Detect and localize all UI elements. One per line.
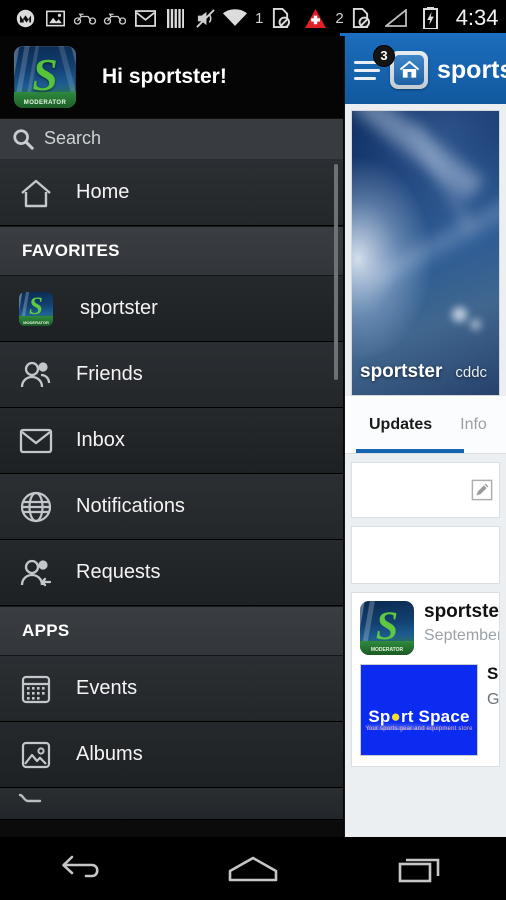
action-bar-home-button[interactable]: [390, 51, 428, 89]
requests-icon: [14, 551, 58, 595]
status-bar-clock: 4:34: [455, 5, 499, 30]
sim1-number: 1: [255, 9, 264, 27]
section-label: APPS: [22, 621, 70, 640]
post-meta: sportster September: [424, 601, 499, 645]
motorcycle-icon: [70, 6, 100, 30]
search-icon: [12, 128, 34, 150]
section-label: FAVORITES: [22, 241, 120, 260]
secondary-card[interactable]: [351, 526, 500, 584]
drawer-menu-list[interactable]: Home FAVORITES S MODERATOR sportster Frie…: [0, 160, 345, 837]
hamburger-icon[interactable]: 3: [354, 44, 395, 85]
status-bar-system-icons: 1 2 4:34: [220, 5, 506, 31]
post-header: S MODERATOR sportster September: [360, 601, 499, 655]
sidebar-item-albums[interactable]: Albums: [0, 722, 345, 788]
sidebar-item-notifications[interactable]: Notifications: [0, 474, 345, 540]
avatar[interactable]: S MODERATOR: [14, 46, 76, 108]
active-tab-indicator: [356, 449, 464, 453]
content-scroll-area[interactable]: sportster cddc Updates Info S MODERATOR …: [345, 110, 506, 837]
sidebar-item-label: Requests: [76, 561, 161, 583]
action-bar: 3 sportst: [345, 36, 506, 104]
battery-charging-icon: [416, 6, 446, 30]
attachment-banner-title: Sp●rt Space: [368, 707, 470, 727]
recent-apps-button[interactable]: [372, 837, 472, 900]
sidebar-item-home[interactable]: Home: [0, 160, 345, 226]
home-button[interactable]: [203, 837, 303, 900]
photo-icon: [14, 733, 58, 777]
pencil-icon[interactable]: [471, 479, 493, 501]
screenshot-icon: [40, 6, 70, 30]
globe-icon: [14, 485, 58, 529]
sidebar-item-label: Albums: [76, 743, 143, 765]
android-navigation-bar: [0, 837, 506, 900]
sidebar-item-label: Events: [76, 677, 138, 699]
alert-icon: [300, 6, 330, 30]
drawer-header[interactable]: S MODERATOR Hi sportster!: [0, 36, 345, 118]
sim2-number: 2: [335, 9, 344, 27]
attachment-image: Sp●rt Space Your sports gear and equipme…: [360, 664, 478, 756]
sidebar-item-label: Home: [76, 181, 130, 203]
navigation-drawer: S MODERATOR Hi sportster! Search Home FA…: [0, 36, 345, 837]
post-author[interactable]: sportster: [424, 601, 499, 623]
friends-icon: [14, 353, 58, 397]
sidebar-item-friends[interactable]: Friends: [0, 342, 345, 408]
search-placeholder: Search: [44, 128, 102, 148]
cover-lens-flare: [470, 319, 481, 330]
home-icon: [394, 55, 424, 85]
attachment-description: Get: [487, 691, 499, 708]
sidebar-item-requests[interactable]: Requests: [0, 540, 345, 606]
tab-info[interactable]: Info: [460, 416, 487, 434]
compose-post-card[interactable]: [351, 462, 500, 518]
post-timestamp: September: [424, 627, 499, 644]
avatar-moderator-tag: MODERATOR: [23, 100, 67, 106]
profile-subtitle: cddc: [455, 364, 488, 381]
content-tabs[interactable]: Updates Info: [345, 396, 506, 454]
cover-caption: sportster cddc: [360, 361, 499, 383]
action-bar-title: sportst: [437, 55, 506, 84]
sidebar-item-label: Friends: [76, 363, 143, 385]
cover-photo[interactable]: sportster cddc: [351, 110, 500, 396]
sportster-thumb-icon: S MODERATOR: [19, 291, 53, 326]
post-avatar[interactable]: S MODERATOR: [360, 601, 414, 655]
android-screen: 1 2 4:34 S MODERATOR Hi sportster! Searc…: [0, 0, 506, 900]
drawer-greeting: Hi sportster!: [102, 65, 227, 88]
status-bar: 1 2 4:34: [0, 0, 506, 36]
sim2-no-sim-icon: [346, 6, 376, 30]
sidebar-item-inbox[interactable]: Inbox: [0, 408, 345, 474]
sidebar-item-sportster[interactable]: S MODERATOR sportster: [0, 276, 345, 342]
sim1-no-sim-icon: [265, 6, 295, 30]
post-item[interactable]: S MODERATOR sportster September Sp●rt Spa…: [351, 592, 500, 767]
gmail-icon: [130, 6, 160, 30]
attachment-banner-tagline: Your sports gear and equipment store: [365, 726, 473, 733]
tab-updates[interactable]: Updates: [369, 416, 432, 434]
envelope-icon: [14, 419, 58, 463]
cover-lens-flare: [452, 307, 467, 322]
profile-name: sportster: [360, 361, 443, 382]
home-icon: [14, 171, 58, 215]
drawer-section-apps: APPS: [0, 606, 345, 656]
signal-icon: [381, 6, 411, 30]
menu-badge: 3: [373, 44, 395, 67]
wifi-icon: [220, 6, 250, 30]
sidebar-item-events[interactable]: Events: [0, 656, 345, 722]
post-attachment[interactable]: Sp●rt Space Your sports gear and equipme…: [360, 664, 499, 766]
avatar-letter: S: [32, 48, 58, 100]
drawer-section-favorites: FAVORITES: [0, 226, 345, 276]
motorcycle-icon-2: [100, 6, 130, 30]
status-bar-notification-icons: [0, 6, 220, 30]
attachment-text: Sp Get: [487, 664, 499, 756]
search-input[interactable]: Search: [0, 118, 345, 160]
motorola-icon: [10, 6, 40, 30]
sidebar-item-label: sportster: [80, 297, 158, 319]
sidebar-item-label: Notifications: [76, 495, 185, 517]
back-button[interactable]: [34, 837, 134, 900]
drawer-scrollbar[interactable]: [334, 164, 338, 380]
barcode-icon: [160, 6, 190, 30]
content-pane: 3 sportst sportster cddc: [345, 36, 506, 837]
calendar-icon: [14, 667, 58, 711]
mute-icon: [190, 6, 220, 30]
sidebar-item-partial-next[interactable]: [0, 788, 345, 820]
attachment-title: Sp: [487, 664, 499, 683]
sidebar-item-label: Inbox: [76, 429, 125, 451]
